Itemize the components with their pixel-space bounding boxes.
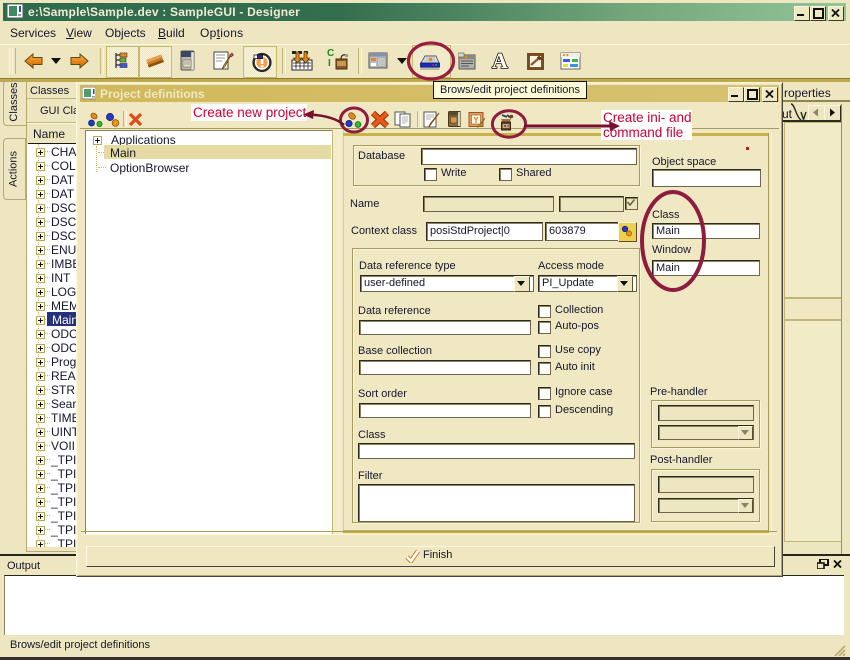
svg-text:A: A	[492, 50, 508, 71]
